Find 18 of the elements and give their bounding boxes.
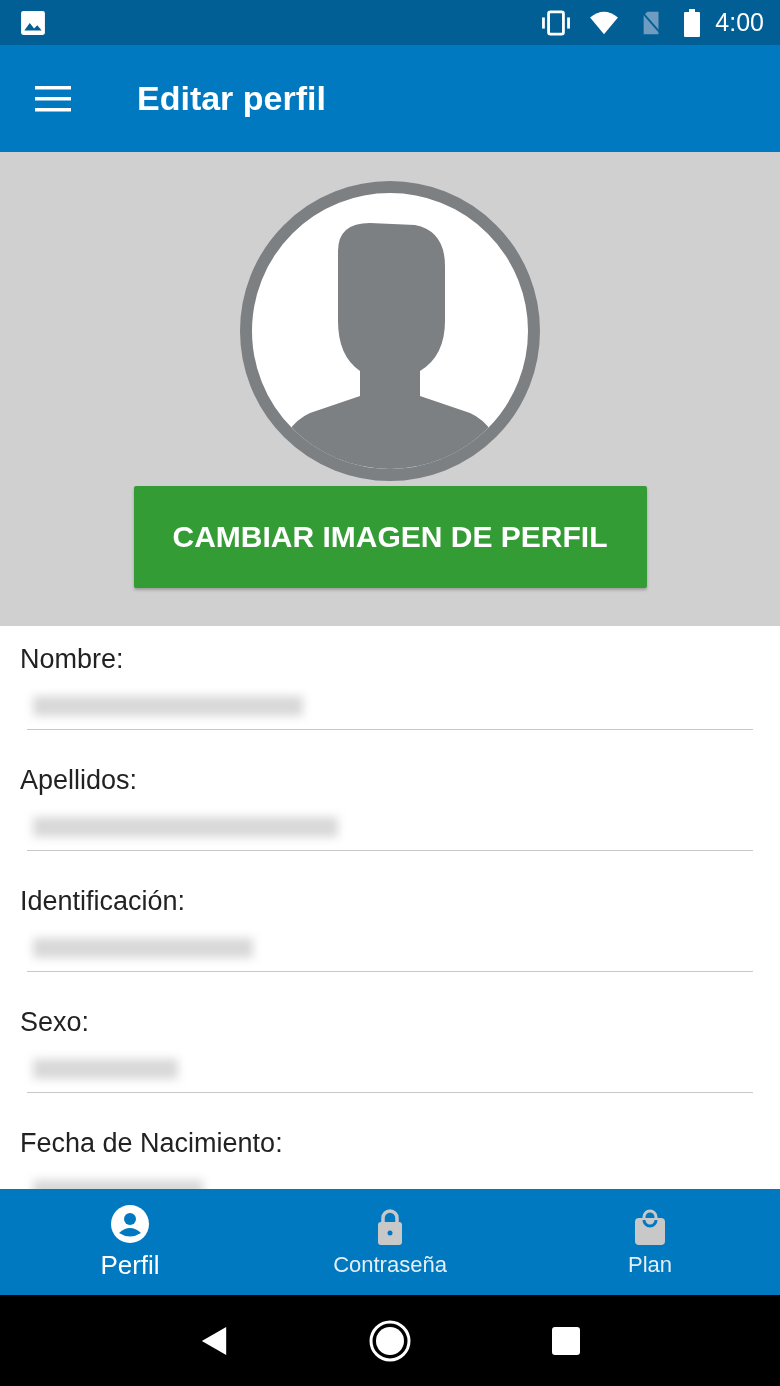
person-icon [110,1203,150,1244]
home-icon[interactable] [368,1318,412,1363]
field-label: Sexo: [20,1007,91,1038]
field-label: Nombre: [20,644,125,675]
image-icon [20,9,46,36]
change-photo-button[interactable]: CAMBIAR IMAGEN DE PERFIL [133,486,647,588]
nav-tab[interactable]: Plan [520,1189,780,1295]
recents-icon[interactable] [550,1325,581,1356]
menu-icon[interactable] [35,85,71,112]
field-label: Apellidos: [20,765,139,796]
battery-icon [683,8,702,37]
nav-tab[interactable]: Contraseña [260,1189,520,1295]
screen-title: Editar perfil [137,79,326,118]
avatar-silhouette-icon [240,181,540,481]
field-label: Identificación: [20,886,187,917]
nav-tab[interactable]: Perfil [0,1189,260,1295]
field-label: Fecha de Nacimiento: [20,1128,284,1159]
status-time: 4:00 [715,8,764,37]
